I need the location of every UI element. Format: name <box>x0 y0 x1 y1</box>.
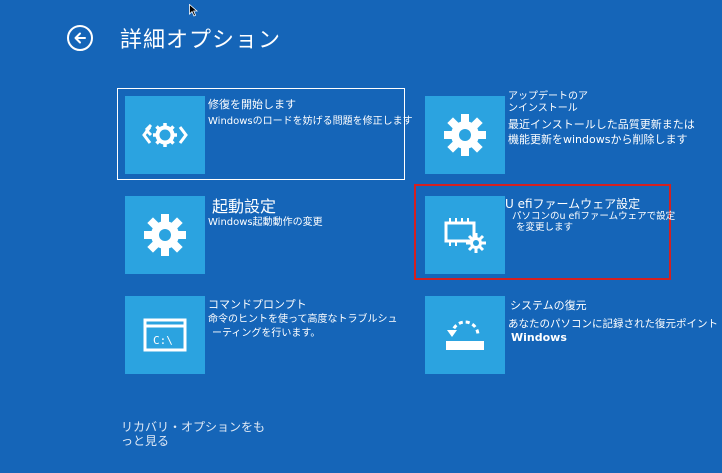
command-prompt-desc-1: 命令のヒントを使って高度なトラブルシュ <box>208 314 398 325</box>
startup-settings-title: 起動設定 <box>212 197 277 216</box>
uefi-settings-desc-2: を変更します <box>516 222 574 233</box>
more-recovery-line-1: リカバリ・オプションをも <box>121 420 266 434</box>
startup-repair-title: 修復を開始します <box>208 98 296 111</box>
gear-icon <box>144 214 186 256</box>
system-restore-desc-2: Windows <box>511 331 567 344</box>
more-recovery-options-link[interactable]: リカバリ・オプションをも っと見る <box>121 420 265 448</box>
more-recovery-line-2: っと見る <box>121 434 170 448</box>
startup-settings-desc: Windows起動動作の変更 <box>208 217 323 228</box>
uefi-settings-title: U efiファームウェア設定 <box>505 197 641 211</box>
svg-text:C:\: C:\ <box>153 334 173 347</box>
system-restore-title: システムの復元 <box>510 299 587 312</box>
system-restore-tile[interactable] <box>425 296 505 374</box>
command-prompt-icon: C:\ <box>143 318 187 352</box>
uninstall-updates-title: アップデートのア ンインストール <box>508 91 588 114</box>
command-prompt-desc-2: ーティングを行います。 <box>212 328 321 339</box>
gear-icon <box>444 114 486 156</box>
chip-gear-icon <box>444 218 486 253</box>
uninstall-updates-desc-1: 最近インストールした品質更新または <box>508 118 695 131</box>
back-arrow-icon <box>74 32 86 44</box>
command-prompt-title: コマンドプロンプト <box>208 298 307 311</box>
startup-repair-tile[interactable] <box>125 96 205 174</box>
uefi-settings-tile[interactable] <box>425 196 505 274</box>
uninstall-updates-desc-2: 機能更新をwindowsから削除します <box>508 133 688 146</box>
system-restore-desc-1: あなたのパソコンに記録された復元ポイント <box>508 318 718 330</box>
startup-settings-tile[interactable] <box>125 196 205 274</box>
back-button[interactable] <box>67 25 93 51</box>
repair-gear-icon <box>142 123 188 147</box>
command-prompt-tile[interactable]: C:\ <box>125 296 205 374</box>
system-restore-icon <box>446 320 484 350</box>
startup-repair-desc: Windowsのロードを妨げる問題を修正します <box>208 116 413 127</box>
uefi-settings-desc-1: パソコンのu efiファームウェアで設定 <box>512 211 676 222</box>
page-title: 詳細オプション <box>120 28 282 53</box>
mouse-pointer-icon <box>189 4 198 17</box>
uninstall-updates-tile[interactable] <box>425 96 505 174</box>
